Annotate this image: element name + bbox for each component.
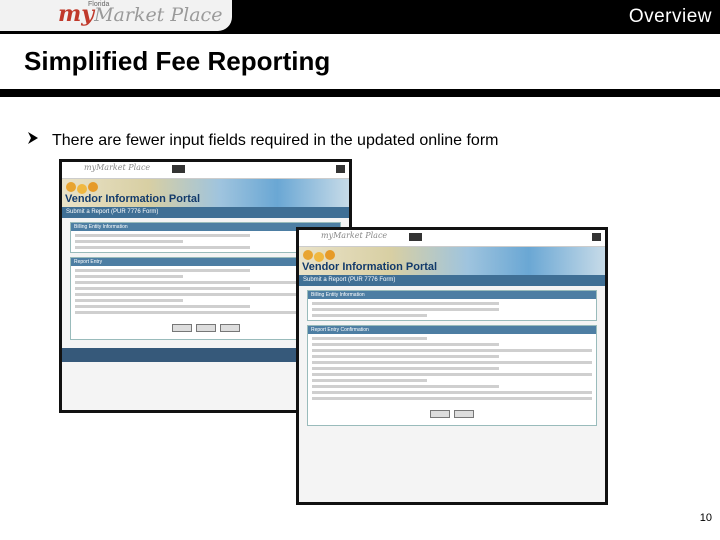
logo-florida-text: Florida bbox=[88, 1, 110, 8]
portal-nav-right bbox=[591, 233, 601, 241]
logo-marketplace-text: Market Place bbox=[94, 4, 223, 26]
billing-panel: Billing Entity Information bbox=[307, 290, 597, 321]
portal-logo: myMarket Place bbox=[321, 231, 388, 240]
portal-banner: Vendor Information Portal bbox=[299, 247, 605, 275]
top-bar: my Florida Market Place Overview bbox=[0, 0, 720, 34]
billing-panel-header: Billing Entity Information bbox=[308, 291, 596, 299]
portal-nav bbox=[409, 233, 423, 241]
arrow-bullet-icon bbox=[26, 131, 52, 150]
portal-subtitle: Submit a Report (PUR 7776 Form) bbox=[62, 207, 349, 218]
fruit-image bbox=[303, 250, 313, 260]
portal-title: Vendor Information Portal bbox=[65, 193, 201, 205]
slide-title: Simplified Fee Reporting bbox=[24, 46, 331, 76]
bullet-text: There are fewer input fields required in… bbox=[52, 132, 499, 149]
section-label: Overview bbox=[628, 6, 712, 27]
bullet-item: There are fewer input fields required in… bbox=[26, 131, 498, 150]
portal-logo: myMarket Place bbox=[84, 163, 151, 172]
portal-header: myMarket Place bbox=[299, 230, 605, 247]
portal-nav-right bbox=[335, 165, 345, 173]
portal-banner: Vendor Information Portal bbox=[62, 179, 349, 207]
portal-nav bbox=[172, 165, 186, 173]
title-divider bbox=[0, 89, 720, 97]
confirmation-panel-header: Report Entry Confirmation bbox=[308, 326, 596, 334]
portal-subtitle: Submit a Report (PUR 7776 Form) bbox=[299, 275, 605, 286]
fruit-image bbox=[66, 182, 76, 192]
portal-header: myMarket Place bbox=[62, 162, 349, 179]
logo-container: my Florida Market Place bbox=[0, 0, 232, 31]
portal-title: Vendor Information Portal bbox=[302, 261, 438, 273]
myflorida-marketplace-logo: my Florida Market Place bbox=[58, 1, 222, 27]
page-number: 10 bbox=[699, 512, 712, 524]
form-screenshot-front: myMarket Place Vendor Information Portal… bbox=[296, 227, 608, 505]
confirmation-panel: Report Entry Confirmation bbox=[307, 325, 597, 426]
